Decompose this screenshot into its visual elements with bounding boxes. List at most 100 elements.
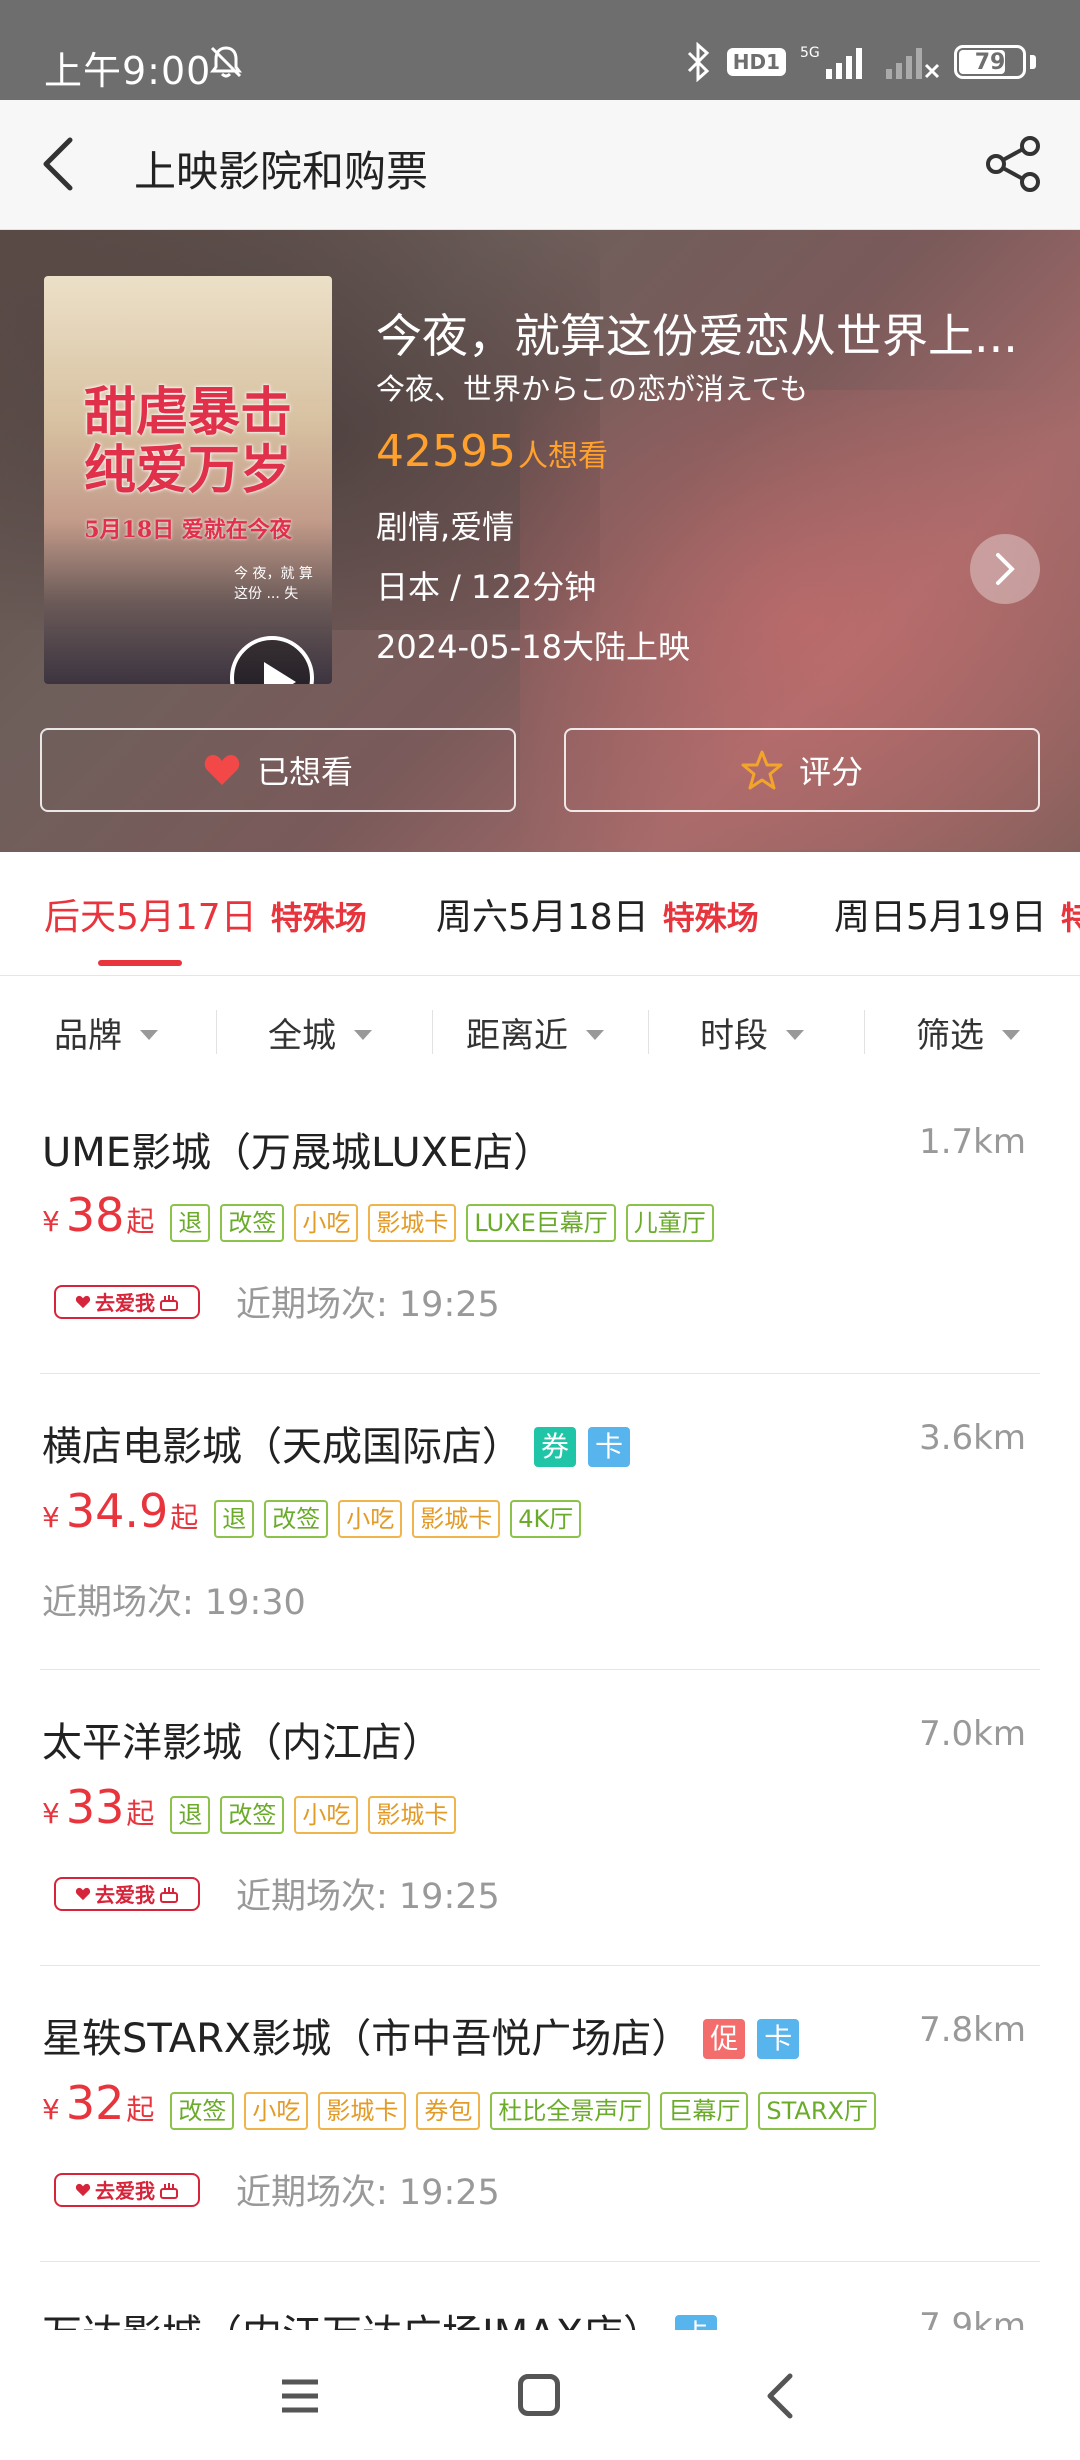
tag-card: 影城卡	[368, 1204, 457, 1242]
cinema-name-row: 万达影城（内江万达广场IMAX店） 卡	[42, 2302, 718, 2330]
hd-badge: HD1	[726, 48, 786, 76]
movie-detail-arrow[interactable]	[970, 534, 1040, 604]
movie-title[interactable]: 今夜，就算这份爱恋从世界上...	[376, 300, 1036, 366]
tag-snack: 小吃	[294, 1796, 359, 1834]
filter-region[interactable]: 全城	[268, 1008, 372, 1057]
tab-date-1[interactable]: 周六5月18日 特殊场	[436, 888, 759, 940]
card-badge: 卡	[675, 2315, 718, 2330]
cake-icon	[160, 1886, 178, 1903]
movie-release-date: 2024-05-18大陆上映	[376, 628, 690, 666]
play-icon	[264, 662, 296, 684]
cinema-price: 33	[65, 1780, 125, 1834]
share-icon[interactable]	[984, 134, 1044, 194]
filter-distance[interactable]: 距离近	[466, 1008, 604, 1057]
cinema-item[interactable]: 太平洋影城（内江店） 7.0km ¥ 33 起 退 改签 小吃 影城卡 去爱我 …	[40, 1670, 1040, 1966]
rate-button[interactable]: 评分	[564, 728, 1040, 812]
bell-off-icon	[210, 46, 242, 78]
wanted-button[interactable]: 已想看	[40, 728, 516, 812]
tag-snack: 小吃	[294, 1204, 359, 1242]
filter-time[interactable]: 时段	[700, 1008, 804, 1057]
tag-refund: 退	[170, 1204, 211, 1242]
wanted-label: 已想看	[256, 753, 353, 791]
status-time: 上午9:00	[44, 49, 212, 93]
network-label: 5G	[800, 45, 820, 61]
cinema-name: UME影城（万晟城LUXE店）	[42, 1130, 554, 1176]
home-icon[interactable]	[518, 2374, 560, 2416]
cinema-distance: 7.9km	[919, 2306, 1026, 2330]
tag-refund: 退	[170, 1796, 211, 1834]
tag-reschedule: 改签	[220, 1204, 285, 1242]
heart-icon	[75, 1295, 91, 1308]
service-tags: 退 改签 小吃 影城卡	[170, 1796, 457, 1834]
tag-snack: 小吃	[338, 1500, 403, 1538]
cinema-item[interactable]: 横店电影城（天成国际店） 券卡 3.6km ¥ 34.9 起 退 改签 小吃 影城…	[40, 1374, 1040, 1670]
date-tabs: 后天5月17日特殊场 周六5月18日特殊场 周日5月19日特	[0, 852, 1080, 976]
tab-date-2[interactable]: 周日5月19日特	[834, 888, 1080, 940]
poster-side-text: 今 夜，就 算这份 ... 失	[234, 566, 313, 602]
caret-down-icon	[354, 1029, 372, 1040]
bluetooth-icon	[687, 42, 709, 82]
cinema-item[interactable]: 万达影城（内江万达广场IMAX店） 卡 7.9km	[40, 2262, 1040, 2330]
price-row: ¥ 32 起 改签 小吃 影城卡 券包 杜比全景声厅 巨幕厅 STARX厅	[42, 2076, 876, 2130]
movie-genre: 剧情,爱情	[376, 508, 515, 546]
tag-reschedule: 改签	[170, 2092, 235, 2130]
chevron-right-icon	[996, 553, 1015, 585]
battery-indicator: 79	[954, 45, 1026, 79]
recent-showtime: 近期场次: 19:30	[42, 1583, 306, 1623]
tag-card: 影城卡	[368, 1796, 457, 1834]
want-to-watch-count: 42595 人想看	[376, 426, 608, 477]
cinema-price: 32	[65, 2076, 125, 2130]
service-tags: 退 改签 小吃 影城卡 LUXE巨幕厅 儿童厅	[170, 1204, 714, 1242]
caret-down-icon	[140, 1029, 158, 1040]
menu-icon[interactable]	[280, 2376, 320, 2416]
tag-refund: 退	[214, 1500, 255, 1538]
heart-icon	[75, 1887, 91, 1900]
want-label: 人想看	[517, 439, 608, 474]
filter-more[interactable]: 筛选	[916, 1008, 1020, 1057]
tab-date-0[interactable]: 后天5月17日 特殊场	[44, 888, 367, 940]
tag-reschedule: 改签	[220, 1796, 285, 1834]
battery-level: 79	[974, 49, 1006, 75]
play-trailer-button[interactable]	[230, 636, 314, 684]
cinema-name: 星轶STARX影城（市中吾悦广场店）	[42, 2016, 692, 2062]
cinema-distance: 7.8km	[919, 2010, 1026, 2050]
cinema-item[interactable]: UME影城（万晟城LUXE店） 1.7km ¥ 38 起 退 改签 小吃 影城卡…	[40, 1098, 1040, 1374]
poster-title: 甜虐暴击 纯爱万岁	[83, 382, 292, 501]
back-icon[interactable]	[760, 2372, 800, 2420]
heart-icon	[75, 2183, 91, 2196]
cinema-price: 38	[65, 1188, 125, 1242]
tag-card: 影城卡	[412, 1500, 501, 1538]
signal-5g-icon: 5G	[800, 45, 862, 79]
signal-weak-icon	[886, 48, 940, 79]
status-icons: HD1 5G 79	[683, 42, 1036, 82]
star-icon	[741, 750, 783, 790]
tag-card: 影城卡	[318, 2092, 407, 2130]
promo-badge: 去爱我	[54, 2172, 200, 2207]
recent-showtime: 近期场次: 19:25	[236, 1877, 500, 1917]
cinema-name-row: 星轶STARX影城（市中吾悦广场店） 促卡	[42, 2006, 800, 2064]
heart-icon	[204, 755, 240, 785]
tag-reschedule: 改签	[264, 1500, 329, 1538]
card-badge: 卡	[757, 2019, 800, 2059]
cinema-distance: 1.7km	[919, 1122, 1026, 1162]
cake-icon	[160, 2182, 178, 2199]
tag-hall: 4K厅	[510, 1500, 582, 1538]
movie-original-title: 今夜、世界からこの恋が消えても	[376, 372, 809, 406]
filter-brand[interactable]: 品牌	[54, 1008, 158, 1057]
system-nav-bar	[0, 2330, 1080, 2460]
cinema-item[interactable]: 星轶STARX影城（市中吾悦广场店） 促卡 7.8km ¥ 32 起 改签 小吃 …	[40, 1966, 1040, 2262]
movie-poster[interactable]: 甜虐暴击 纯爱万岁 5月18日 爱就在今夜 今 夜，就 算这份 ... 失	[44, 276, 332, 684]
caret-down-icon	[1002, 1029, 1020, 1040]
cinema-name: 太平洋影城（内江店）	[42, 1720, 442, 1766]
poster-date: 5月18日 爱就在今夜	[84, 517, 292, 543]
cinema-distance: 3.6km	[919, 1418, 1026, 1458]
service-tags: 退 改签 小吃 影城卡 4K厅	[214, 1500, 582, 1538]
cinema-name-row: 横店电影城（天成国际店） 券卡	[42, 1414, 630, 1472]
recent-showtime: 近期场次: 19:25	[236, 1285, 500, 1325]
service-tags: 改签 小吃 影城卡 券包 杜比全景声厅 巨幕厅 STARX厅	[170, 2092, 876, 2130]
tag-hall: 巨幕厅	[660, 2092, 749, 2130]
back-arrow-icon[interactable]	[30, 132, 94, 196]
promo-badge: 去爱我	[54, 1284, 200, 1319]
tag-coupon-pack: 券包	[416, 2092, 481, 2130]
cinema-name: 万达影城（内江万达广场IMAX店）	[42, 2312, 663, 2330]
